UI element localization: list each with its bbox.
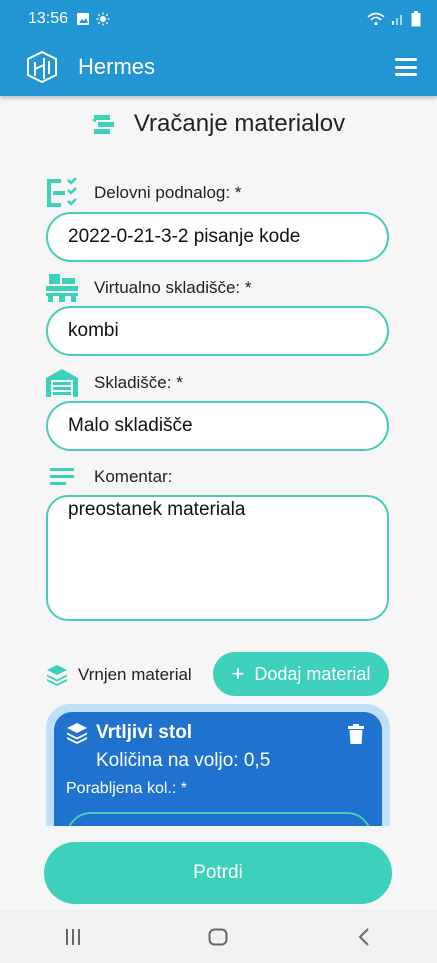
material-used-label: Porabljena kol.: *	[66, 780, 187, 797]
warehouse-label: Skladišče: *	[94, 373, 183, 392]
brightness-icon	[96, 12, 110, 26]
confirm-area: Potrdi	[0, 826, 437, 910]
work-order-field[interactable]: 2022-0-21-3-2 pisanje kode	[46, 212, 389, 262]
virtual-warehouse-label: Virtualno skladišče: *	[94, 278, 252, 297]
confirm-button[interactable]: Potrdi	[44, 842, 392, 904]
back-icon	[358, 927, 369, 946]
add-material-label: Dodaj material	[254, 663, 371, 684]
page-header: Vračanje materialov	[0, 110, 437, 138]
home-icon	[208, 928, 228, 945]
menu-icon[interactable]	[395, 58, 417, 76]
layers-icon	[47, 665, 67, 686]
comment-icon	[50, 468, 74, 485]
app-bar: Hermes	[0, 38, 437, 96]
recent-apps-button[interactable]	[43, 917, 103, 957]
warehouse-label-row: Skladišče: *	[46, 368, 183, 398]
system-nav-bar	[0, 910, 437, 963]
material-available: Količina na voljo: 0,5	[96, 750, 271, 771]
comment-label: Komentar:	[94, 467, 173, 486]
comment-field[interactable]: preostanek materiala	[46, 495, 389, 621]
work-order-label: Delovni podnalog: *	[94, 183, 242, 202]
materials-label: Vrnjen material	[78, 665, 192, 684]
status-bar: 13:56	[0, 0, 437, 38]
battery-icon	[411, 11, 421, 27]
recent-apps-icon	[65, 928, 80, 945]
back-button[interactable]	[334, 917, 394, 957]
app-title: Hermes	[78, 54, 156, 79]
material-name: Vrtljivi stol	[96, 722, 193, 743]
plus-icon: +	[231, 661, 245, 686]
wifi-icon	[367, 12, 385, 26]
status-time: 13:56	[28, 10, 69, 27]
warehouse-icon	[46, 369, 78, 397]
main-content: Vračanje materialov Delovni podnalog: * …	[0, 96, 437, 910]
layers-icon	[67, 723, 87, 744]
comment-label-row: Komentar:	[46, 462, 172, 492]
virtual-warehouse-field[interactable]: kombi	[46, 306, 389, 356]
signal-icon	[392, 15, 402, 25]
pallet-icon	[46, 274, 78, 302]
return-icon	[91, 115, 114, 134]
warehouse-field[interactable]: Malo skladišče	[46, 401, 389, 451]
add-material-button[interactable]: + Dodaj material	[213, 652, 389, 696]
trash-icon[interactable]	[348, 724, 364, 744]
picture-icon	[77, 13, 90, 25]
hermes-logo-icon[interactable]	[24, 49, 60, 85]
work-order-label-row: Delovni podnalog: *	[46, 178, 241, 208]
home-button[interactable]	[188, 917, 248, 957]
virtual-warehouse-label-row: Virtualno skladišče: *	[46, 273, 252, 303]
page-title: Vračanje materialov	[133, 110, 346, 137]
checklist-icon	[47, 178, 77, 207]
